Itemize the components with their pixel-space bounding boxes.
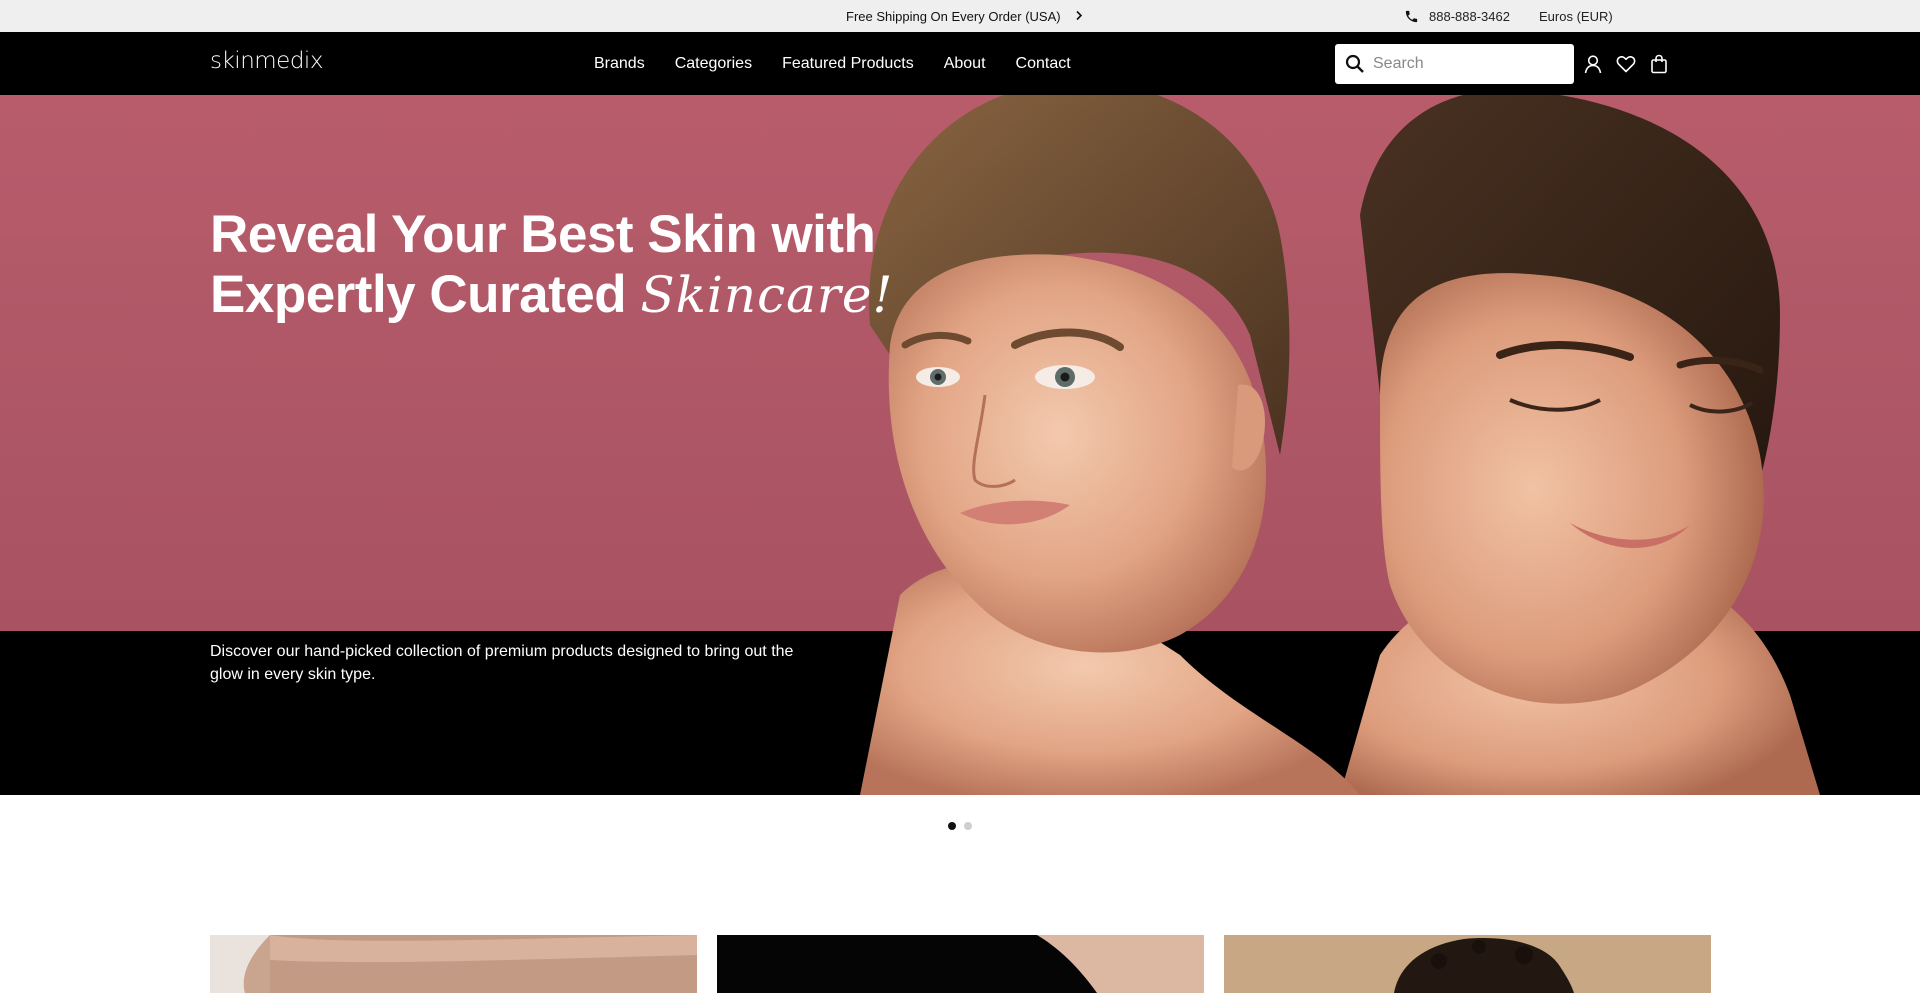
nav-brands[interactable]: Brands xyxy=(594,55,645,73)
category-card-3-image xyxy=(1224,935,1711,993)
carousel-dot-2[interactable] xyxy=(964,822,972,830)
chevron-right-icon xyxy=(1075,9,1083,24)
hero-title: Reveal Your Best Skin with Expertly Cura… xyxy=(210,205,910,325)
hero-image xyxy=(860,95,1820,795)
category-card-2-image xyxy=(717,935,1204,993)
carousel-dot-1[interactable] xyxy=(948,822,956,830)
free-shipping-text: Free Shipping On Every Order (USA) xyxy=(846,8,1061,24)
hero-title-line1: Reveal Your Best Skin with xyxy=(210,205,876,264)
search-input[interactable] xyxy=(1373,55,1563,73)
nav-contact[interactable]: Contact xyxy=(1016,55,1071,73)
logo[interactable]: skinmedix xyxy=(210,48,323,74)
category-card-1[interactable] xyxy=(210,935,697,993)
hero-title-line2: Expertly Curated xyxy=(210,265,627,324)
announcement-bar: Free Shipping On Every Order (USA) 888-8… xyxy=(0,0,1920,32)
hero-banner: Reveal Your Best Skin with Expertly Cura… xyxy=(0,95,1920,795)
nav-categories[interactable]: Categories xyxy=(675,55,752,73)
nav-featured-products[interactable]: Featured Products xyxy=(782,55,914,73)
account-icon[interactable] xyxy=(1581,52,1605,76)
bag-icon[interactable] xyxy=(1647,52,1671,76)
heart-icon[interactable] xyxy=(1614,52,1638,76)
search-icon[interactable] xyxy=(1345,54,1365,74)
phone-icon xyxy=(1405,10,1418,22)
hero-title-script: Skincare! xyxy=(640,266,894,324)
site-header: skinmedix Brands Categories Featured Pro… xyxy=(0,32,1920,95)
currency-selector[interactable]: Euros (EUR) xyxy=(1539,0,1613,32)
phone-number: 888-888-3462 xyxy=(1429,8,1510,24)
category-card-3[interactable] xyxy=(1224,935,1711,993)
free-shipping-link[interactable]: Free Shipping On Every Order (USA) xyxy=(846,0,1083,32)
category-card-1-image xyxy=(210,935,697,993)
nav-about[interactable]: About xyxy=(944,55,986,73)
carousel-dots xyxy=(948,822,980,830)
main-nav: Brands Categories Featured Products Abou… xyxy=(594,32,1101,95)
phone-link[interactable]: 888-888-3462 xyxy=(1404,0,1510,32)
hero-description: Discover our hand-picked collection of p… xyxy=(210,643,794,683)
search-box xyxy=(1335,44,1574,84)
category-card-2[interactable] xyxy=(717,935,1204,993)
